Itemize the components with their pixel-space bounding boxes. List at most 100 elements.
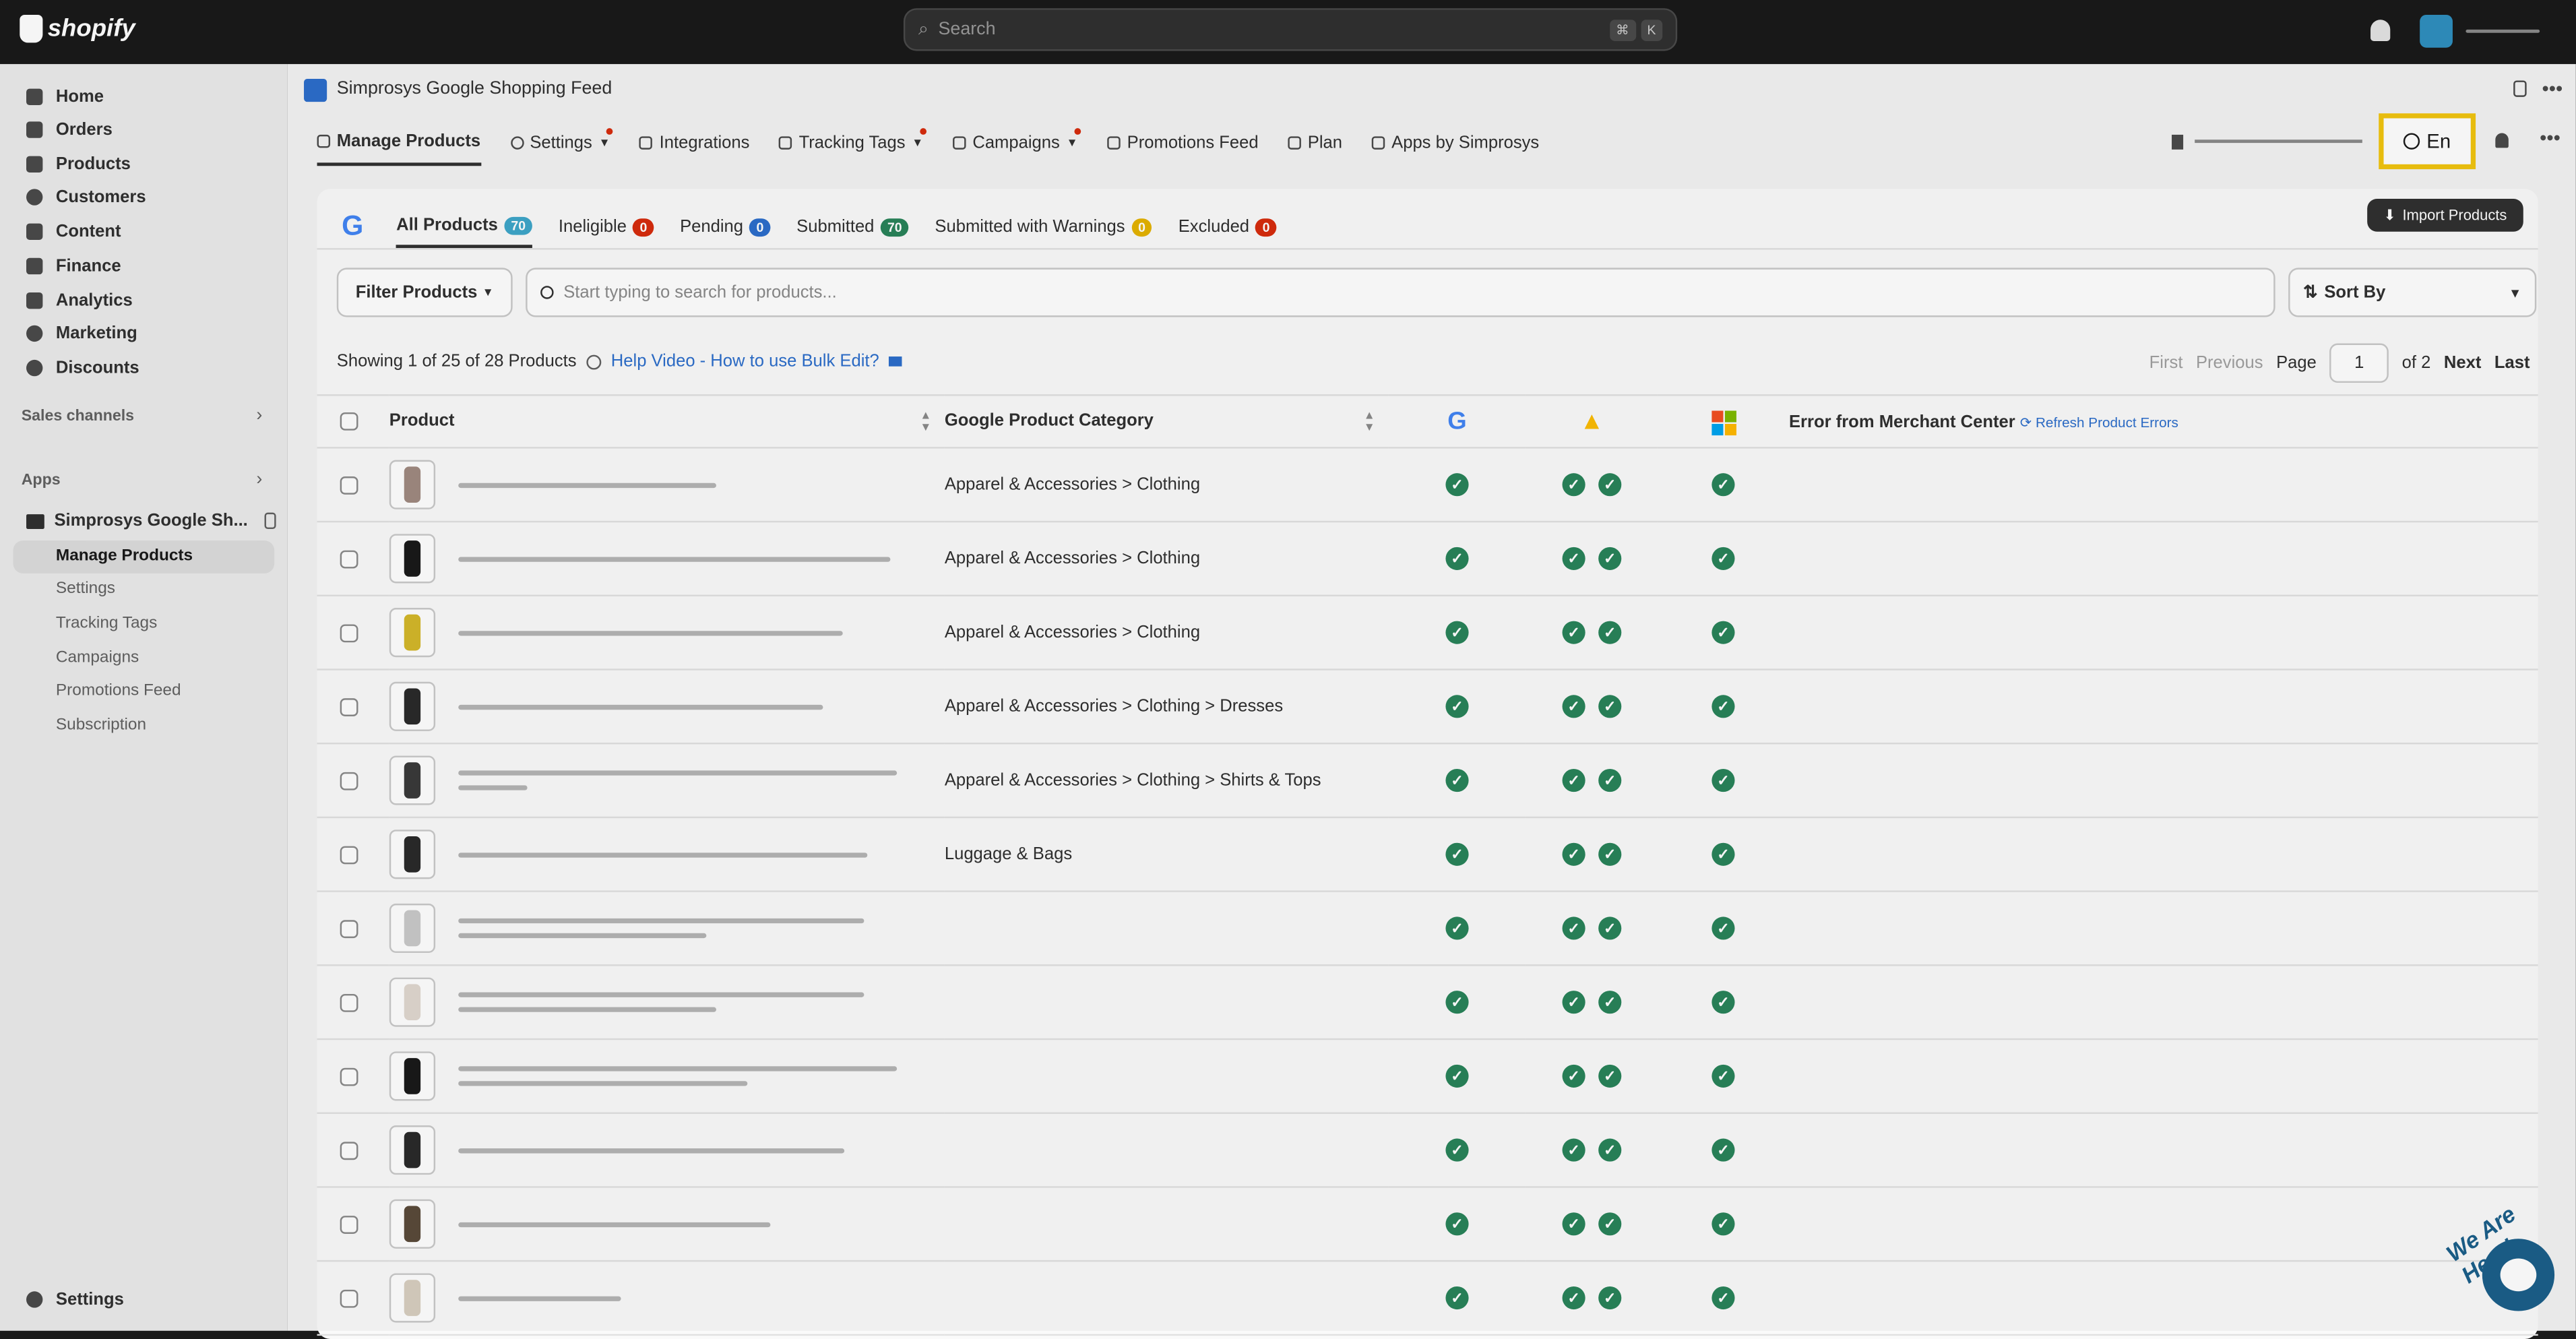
tab-tracking-tags[interactable]: Tracking Tags ▼ [779, 120, 927, 166]
sidebar-item-content[interactable]: Content [26, 222, 121, 241]
previous-page-button[interactable]: Previous [2196, 353, 2263, 373]
tab-apps-by-simprosys[interactable]: Apps by Simprosys [1371, 120, 1539, 166]
table-row[interactable]: Apparel & Accessories > Clothing > Dress… [317, 669, 2538, 745]
info-icon[interactable] [586, 354, 602, 369]
row-checkbox[interactable] [340, 993, 358, 1011]
table-row[interactable]: Apparel & Accessories > Clothing > Shirt… [317, 743, 2538, 819]
row-checkbox[interactable] [340, 697, 358, 716]
tab-ineligible[interactable]: Ineligible 0 [559, 206, 654, 248]
tab-settings[interactable]: Settings ▼ [510, 120, 614, 166]
product-thumbnail[interactable] [389, 1051, 436, 1101]
tab-pending[interactable]: Pending 0 [680, 206, 771, 248]
product-thumbnail[interactable] [389, 608, 436, 658]
table-row[interactable]: ✓ ✓ ✓ ✓ [317, 1261, 2538, 1336]
tab-plan[interactable]: Plan [1288, 120, 1342, 166]
sidebar-subitem-promotions-feed[interactable]: Promotions Feed [56, 682, 181, 700]
global-search-input[interactable]: ⌕ Search ⌘ K [903, 8, 1678, 51]
sidebar-subitem-tracking-tags[interactable]: Tracking Tags [56, 615, 157, 633]
sort-by-select[interactable]: ⇅ Sort By ▼ [2288, 268, 2537, 317]
row-checkbox[interactable] [340, 475, 358, 494]
next-page-button[interactable]: Next [2444, 353, 2482, 373]
table-row[interactable]: ✓ ✓ ✓ ✓ [317, 891, 2538, 966]
product-search-input[interactable]: Start typing to search for products... [526, 268, 2275, 317]
product-thumbnail[interactable] [389, 460, 436, 509]
shopify-logo[interactable]: shopify [20, 14, 135, 43]
video-camera-icon[interactable] [889, 356, 902, 367]
product-thumbnail[interactable] [389, 1199, 436, 1249]
row-checkbox[interactable] [340, 549, 358, 568]
sidebar-subitem-campaigns[interactable]: Campaigns [56, 649, 139, 667]
last-page-button[interactable]: Last [2494, 353, 2530, 373]
sidebar-subitem-settings[interactable]: Settings [56, 580, 115, 598]
product-thumbnail[interactable] [389, 534, 436, 584]
table-row[interactable]: ✓ ✓ ✓ ✓ [317, 1187, 2538, 1262]
avatar[interactable] [2420, 14, 2453, 48]
sidebar-item-finance[interactable]: Finance [26, 256, 121, 276]
more-options-icon[interactable]: ••• [2540, 127, 2561, 150]
product-column-header[interactable]: Product ▲ ▼ [389, 394, 945, 449]
table-row[interactable]: ✓ ✓ ✓ ✓ [317, 965, 2538, 1040]
tab-submitted-with-warnings[interactable]: Submitted with Warnings 0 [935, 206, 1152, 248]
row-checkbox[interactable] [340, 845, 358, 864]
pin-icon[interactable] [2513, 80, 2527, 97]
row-checkbox[interactable] [340, 1214, 358, 1233]
first-page-button[interactable]: First [2149, 353, 2183, 373]
pin-icon[interactable] [264, 512, 276, 530]
category-column-header[interactable]: Google Product Category ▲ ▼ [944, 394, 1389, 449]
apps-heading[interactable]: Apps [22, 472, 61, 490]
product-thumbnail[interactable] [389, 1273, 436, 1323]
table-row[interactable]: Luggage & Bags ✓ ✓ ✓ ✓ [317, 817, 2538, 892]
sidebar-subitem-subscription[interactable]: Subscription [56, 716, 146, 735]
chevron-right-icon[interactable]: › [256, 470, 262, 489]
table-row[interactable]: Apparel & Accessories > Clothing ✓ ✓ ✓ ✓ [317, 595, 2538, 671]
sidebar-subitem-manage-products[interactable]: Manage Products [13, 540, 275, 573]
tab-excluded[interactable]: Excluded 0 [1179, 206, 1277, 248]
product-thumbnail[interactable] [389, 977, 436, 1027]
sidebar-item-analytics[interactable]: Analytics [26, 291, 133, 311]
notification-bell-icon[interactable] [2495, 133, 2509, 148]
flag-icon[interactable] [2172, 134, 2184, 150]
sales-channels-heading[interactable]: Sales channels [22, 408, 134, 426]
refresh-product-errors-link[interactable]: ⟳ Refresh Product Errors [2020, 413, 2178, 429]
product-thumbnail[interactable] [389, 830, 436, 879]
row-checkbox[interactable] [340, 919, 358, 937]
more-options-icon[interactable]: ••• [2542, 77, 2563, 100]
row-checkbox[interactable] [340, 623, 358, 642]
tab-submitted[interactable]: Submitted 70 [796, 206, 909, 248]
row-checkbox[interactable] [340, 771, 358, 790]
tab-campaigns[interactable]: Campaigns ▼ [953, 120, 1081, 166]
product-thumbnail[interactable] [389, 681, 436, 731]
tab-promotions-feed[interactable]: Promotions Feed [1107, 120, 1259, 166]
sidebar-item-orders[interactable]: Orders [26, 120, 113, 139]
import-products-button[interactable]: ⬇ Import Products [2366, 198, 2523, 232]
tab-all-products[interactable]: All Products 70 [396, 206, 532, 249]
page-number-input[interactable]: 1 [2329, 343, 2389, 383]
chevron-right-icon[interactable]: › [256, 406, 262, 425]
notification-bell-icon[interactable] [2370, 20, 2391, 41]
select-all-checkbox[interactable] [340, 412, 358, 431]
product-thumbnail[interactable] [389, 1125, 436, 1175]
user-name-placeholder[interactable] [2465, 29, 2540, 33]
table-row[interactable]: ✓ ✓ ✓ ✓ [317, 1113, 2538, 1188]
chat-button[interactable] [2482, 1239, 2555, 1311]
row-checkbox[interactable] [340, 1288, 358, 1307]
table-row[interactable]: Apparel & Accessories > Clothing ✓ ✓ ✓ ✓ [317, 447, 2538, 523]
row-checkbox[interactable] [340, 1141, 358, 1160]
tab-integrations[interactable]: Integrations [639, 120, 749, 166]
tab-manage-products[interactable]: Manage Products [317, 120, 481, 166]
sidebar-item-marketing[interactable]: Marketing [26, 323, 137, 344]
help-video-link[interactable]: Help Video - How to use Bulk Edit? [611, 352, 879, 371]
sidebar-item-products[interactable]: Products [26, 154, 131, 174]
product-thumbnail[interactable] [389, 755, 436, 805]
sidebar-item-discounts[interactable]: Discounts [26, 358, 139, 378]
product-thumbnail[interactable] [389, 903, 436, 954]
language-selector[interactable]: En [2379, 113, 2476, 170]
row-checkbox[interactable] [340, 1067, 358, 1086]
sidebar-item-simprosys-app[interactable]: Simprosys Google Sh... [26, 511, 276, 530]
table-row[interactable]: Apparel & Accessories > Clothing ✓ ✓ ✓ ✓ [317, 522, 2538, 596]
sidebar-settings[interactable]: Settings [26, 1290, 124, 1309]
sidebar-item-home[interactable]: Home [26, 87, 104, 106]
sidebar-item-customers[interactable]: Customers [26, 187, 146, 207]
table-row[interactable]: ✓ ✓ ✓ ✓ [317, 1039, 2538, 1114]
filter-products-button[interactable]: Filter Products ▼ [336, 268, 513, 317]
